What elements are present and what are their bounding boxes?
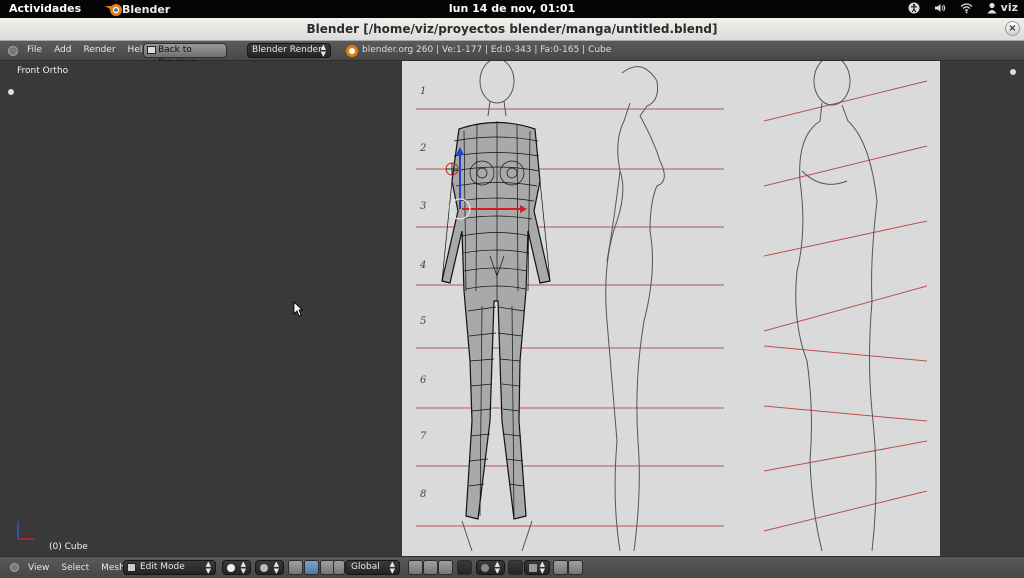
mode-select[interactable]: Edit Mode ▲ ▼ <box>123 560 216 575</box>
face-select-icon[interactable] <box>438 560 453 575</box>
updown-arrows-icon: ▲ ▼ <box>273 560 279 575</box>
vertex-select-icon[interactable] <box>408 560 423 575</box>
menu-render[interactable]: Render <box>84 45 116 55</box>
editor-type-icon[interactable] <box>10 563 19 572</box>
proportional-icon <box>481 564 489 572</box>
blender-logo-icon <box>104 0 126 18</box>
pivot-icon <box>260 564 268 572</box>
screen-icon <box>147 46 156 54</box>
pivot-point-select[interactable]: ▲ ▼ <box>255 560 284 575</box>
viewport-shading-select[interactable]: ▲ ▼ <box>222 560 251 575</box>
gnome-top-bar: Actividades Blender lun 14 de nov, 01:01… <box>0 0 1024 18</box>
updown-arrows-icon: ▲ ▼ <box>494 560 500 575</box>
reference-background-image: 1 2 3 4 5 6 7 8 <box>402 61 940 556</box>
active-object-label: (0) Cube <box>49 542 88 552</box>
row-label-7: 7 <box>420 431 427 442</box>
edge-select-icon[interactable] <box>423 560 438 575</box>
accessibility-icon[interactable] <box>908 2 920 14</box>
user-menu[interactable]: viz <box>987 1 1018 14</box>
menu-select[interactable]: Select <box>61 563 89 573</box>
side-view-sketch <box>605 66 665 552</box>
info-header: File Add Render Help Back to Previous Bl… <box>0 41 1024 68</box>
app-menu[interactable]: Blender <box>104 0 170 18</box>
tool-shelf-toggle-icon[interactable] <box>8 89 14 95</box>
activities-button[interactable]: Actividades <box>9 2 81 15</box>
render-anim-icon[interactable] <box>568 560 583 575</box>
edit-mode-icon <box>127 563 136 572</box>
updown-arrows-icon: ▲ ▼ <box>539 560 545 575</box>
row-label-1: 1 <box>420 86 426 97</box>
menu-mesh[interactable]: Mesh <box>101 563 125 573</box>
volume-icon[interactable] <box>934 2 946 14</box>
snap-element-icon <box>529 564 537 572</box>
mouse-cursor-icon <box>293 301 303 317</box>
close-button[interactable]: × <box>1005 21 1020 36</box>
user-name: viz <box>1000 1 1018 14</box>
translate-manipulator-icon[interactable] <box>304 560 319 575</box>
angled-view-sketch <box>795 61 878 552</box>
updown-arrows-icon: ▲ ▼ <box>205 560 211 575</box>
row-label-3: 3 <box>420 201 426 212</box>
render-engine-select[interactable]: Blender Render ▲ ▼ <box>247 43 331 58</box>
window-titlebar: Blender [/home/viz/proyectos blender/man… <box>0 18 1024 41</box>
properties-toggle-icon[interactable] <box>1010 69 1016 75</box>
row-label-6: 6 <box>420 375 427 386</box>
3d-viewport[interactable]: Front Ortho 1 2 3 4 5 6 7 8 (0) Cube <box>0 61 1024 556</box>
menu-view[interactable]: View <box>28 563 49 573</box>
blender-stats-icon <box>346 45 358 57</box>
updown-arrows-icon: ▲ ▼ <box>320 43 326 58</box>
render-engine-value: Blender Render <box>252 45 322 55</box>
axis-gizmo-icon <box>17 521 34 540</box>
scene-stats: blender.org 260 | Ve:1-177 | Ed:0-343 | … <box>362 45 612 55</box>
editor-type-icon[interactable] <box>8 46 18 56</box>
transform-orientation-select[interactable]: Global ▲ ▼ <box>345 560 400 575</box>
view-menu: View Select Mesh <box>28 563 125 573</box>
updown-arrows-icon: ▲ ▼ <box>240 560 246 575</box>
render-camera-icon[interactable] <box>553 560 568 575</box>
orientation-value: Global <box>351 562 380 572</box>
3d-view-header: View Select Mesh Edit Mode ▲ ▼ ▲ ▼ ▲ ▼ Glob… <box>0 556 1024 578</box>
info-menu: File Add Render Help <box>27 45 148 55</box>
wifi-icon[interactable] <box>960 2 973 14</box>
proportional-editing-select[interactable]: ▲ ▼ <box>476 560 505 575</box>
snap-element-select[interactable]: ▲ ▼ <box>524 560 550 575</box>
row-label-8: 8 <box>420 489 426 500</box>
row-label-4: 4 <box>419 260 426 271</box>
menu-add[interactable]: Add <box>54 45 71 55</box>
updown-arrows-icon: ▲ ▼ <box>389 560 395 575</box>
view-name: Front Ortho <box>17 66 69 76</box>
manipulator-toggle-icon[interactable] <box>288 560 303 575</box>
limit-selection-icon[interactable] <box>457 560 472 575</box>
user-icon <box>987 2 997 13</box>
menu-file[interactable]: File <box>27 45 42 55</box>
mesh-figure <box>441 121 551 520</box>
app-name: Blender <box>122 2 171 16</box>
back-to-previous-button[interactable]: Back to Previous <box>143 43 227 68</box>
system-tray: viz <box>908 1 1018 14</box>
row-label-2: 2 <box>419 143 426 154</box>
window-title: Blender [/home/viz/proyectos blender/man… <box>306 22 718 36</box>
scale-manipulator-icon[interactable] <box>333 560 345 575</box>
row-label-5: 5 <box>420 316 426 327</box>
solid-shading-icon <box>227 564 235 572</box>
mode-value: Edit Mode <box>140 562 185 572</box>
snap-toggle-icon[interactable] <box>508 560 523 575</box>
